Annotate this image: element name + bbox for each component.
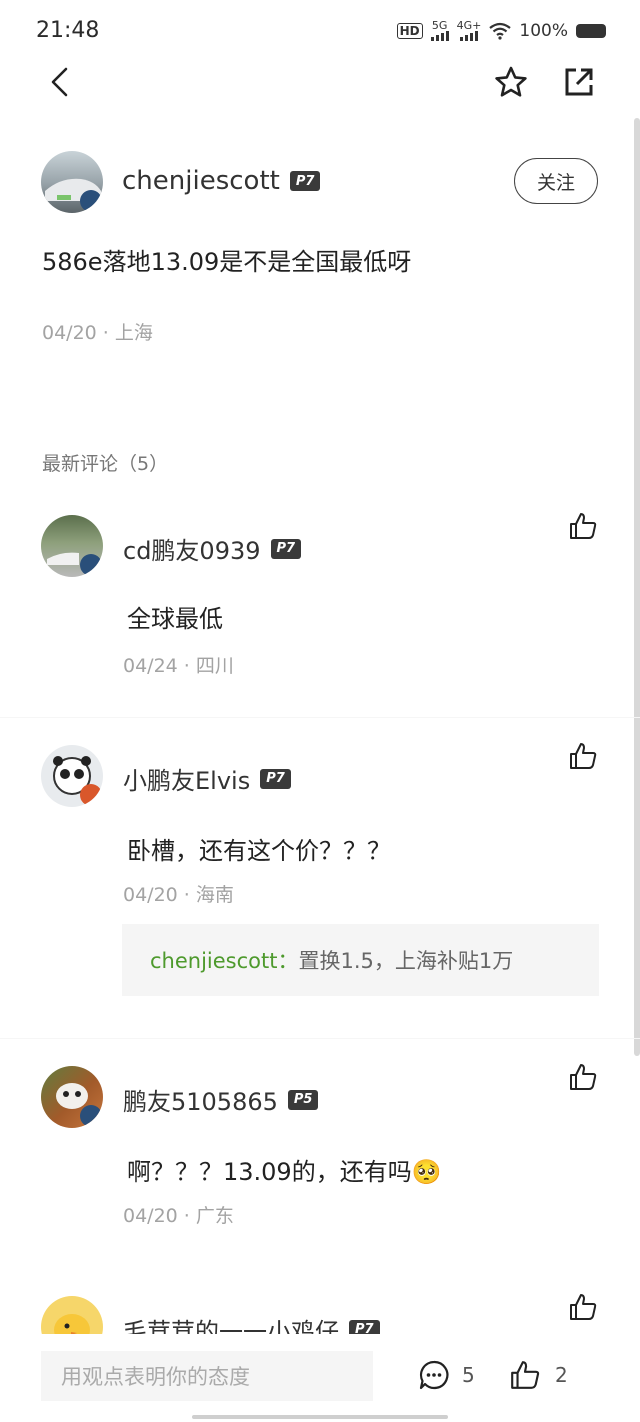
thumbs-up-icon [570, 513, 597, 539]
comment-avatar[interactable] [41, 1066, 103, 1128]
battery-icon [576, 23, 606, 38]
star-icon [495, 66, 527, 97]
reply-author-name[interactable]: chenjiescott： [150, 945, 298, 975]
likes-count: 2 [555, 1363, 568, 1387]
post-author-name[interactable]: chenjiescott [122, 166, 280, 196]
meta-separator: · [177, 1205, 196, 1227]
comment-location: 四川 [195, 655, 234, 677]
comment-location: 广东 [195, 1205, 234, 1227]
comment-author-name[interactable]: 鹏友5105865 [123, 1082, 278, 1117]
level-badge: P7 [289, 171, 321, 191]
network-5g-label: 5G [431, 19, 448, 32]
reply-text: 置换1.5，上海补贴1万 [298, 949, 514, 973]
comment-date: 04/20 [123, 884, 178, 906]
comment-location: 海南 [195, 884, 234, 906]
comment-avatar[interactable] [41, 515, 103, 577]
comment-author: 鹏友5105865 P5 [123, 1082, 319, 1117]
post-author-avatar[interactable] [41, 151, 103, 213]
comment-input[interactable]: 用观点表明你的态度 [41, 1351, 373, 1401]
divider [0, 1038, 640, 1039]
thumbs-up-icon [570, 1294, 597, 1320]
meta-separator: · [177, 884, 196, 906]
comment-text: 全球最低 [127, 605, 223, 633]
comment-author-name[interactable]: cd鹏友0939 [123, 531, 261, 566]
scrollbar[interactable] [634, 118, 640, 1056]
share-icon [565, 68, 593, 96]
meta-separator: · [96, 322, 115, 344]
battery-percent: 100% [519, 20, 568, 41]
comment-author-name[interactable]: 小鹏友Elvis [123, 761, 250, 796]
comment-like-button[interactable] [568, 1292, 598, 1326]
post-meta: 04/20 · 上海 [42, 318, 153, 345]
post-text: 586e落地13.09是不是全国最低呀 [42, 248, 412, 276]
status-time: 21:48 [36, 18, 100, 43]
signal-5g-icon: 5G [430, 19, 449, 41]
level-badge: P7 [270, 538, 302, 559]
home-indicator[interactable] [192, 1415, 448, 1419]
status-icons: HD 5G 4G+ 100% [396, 19, 606, 41]
comment-text: 卧槽，还有这个价？？？ [127, 837, 391, 865]
wifi-icon [489, 22, 512, 40]
comment-meta: 04/24 · 四川 [123, 651, 234, 678]
back-button[interactable] [38, 60, 82, 104]
post-date: 04/20 [42, 322, 97, 344]
divider [0, 717, 640, 718]
signal-4g-icon: 4G+ [456, 19, 482, 41]
follow-button[interactable]: 关注 [514, 158, 598, 204]
comment-meta: 04/20 · 广东 [123, 1201, 234, 1228]
level-badge: P5 [287, 1089, 319, 1110]
level-badge: P7 [260, 768, 291, 789]
thumbs-up-icon [570, 1064, 597, 1090]
comment-avatar[interactable] [41, 745, 103, 807]
comment-date: 04/20 [123, 1205, 178, 1227]
comment-bubble-icon [419, 1360, 449, 1390]
post-author: chenjiescott P7 [122, 166, 321, 196]
share-button[interactable] [557, 60, 601, 104]
thumbs-up-icon [570, 743, 597, 769]
post-location: 上海 [114, 322, 153, 344]
comment-meta: 04/20 · 海南 [123, 880, 234, 907]
hd-icon: HD [396, 22, 423, 39]
favorite-button[interactable] [489, 60, 533, 104]
comment-text: 啊？？？13.09的，还有吗🥺 [127, 1158, 442, 1186]
comment-like-button[interactable] [568, 511, 598, 545]
comment-like-button[interactable] [568, 741, 598, 775]
post-like-button[interactable]: 2 [509, 1359, 568, 1391]
comment-author: cd鹏友0939 P7 [123, 531, 302, 566]
comments-count: 5 [462, 1363, 475, 1387]
comment-date: 04/24 [123, 655, 178, 677]
network-4g-label: 4G+ [456, 19, 482, 32]
comment-author: 小鹏友Elvis P7 [123, 761, 291, 796]
comment-like-button[interactable] [568, 1062, 598, 1096]
thumbs-up-icon [511, 1361, 540, 1389]
chevron-left-icon [51, 67, 68, 97]
meta-separator: · [177, 655, 196, 677]
reply-preview[interactable]: chenjiescott： 置换1.5，上海补贴1万 [122, 924, 599, 996]
comments-count-button[interactable]: 5 [418, 1359, 475, 1391]
comments-header: 最新评论（5） [42, 453, 169, 475]
